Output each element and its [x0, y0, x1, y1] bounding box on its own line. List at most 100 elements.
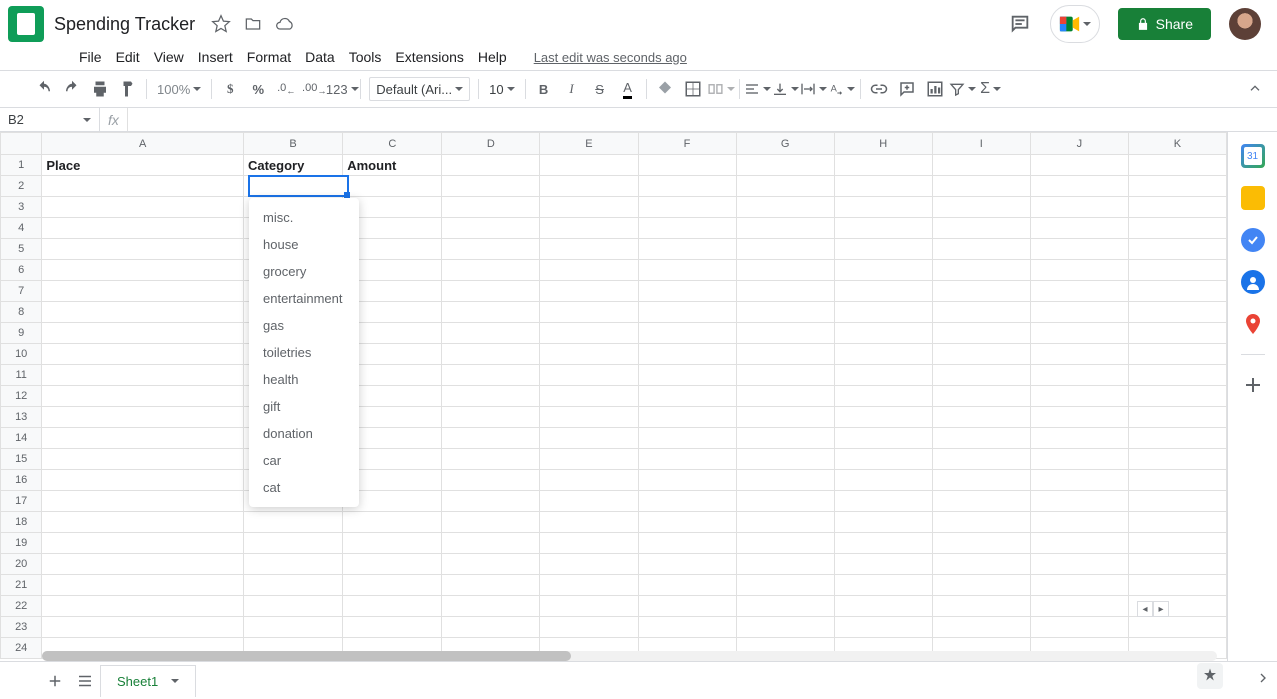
- cell[interactable]: [42, 239, 244, 260]
- column-header[interactable]: G: [736, 133, 834, 155]
- cell[interactable]: [736, 197, 834, 218]
- cell[interactable]: [1030, 407, 1128, 428]
- menu-edit[interactable]: Edit: [109, 45, 147, 69]
- cell[interactable]: [638, 323, 736, 344]
- calendar-addon-icon[interactable]: 31: [1241, 144, 1265, 168]
- keep-addon-icon[interactable]: [1241, 186, 1265, 210]
- dropdown-option[interactable]: toiletries: [249, 339, 359, 366]
- row-header[interactable]: 7: [1, 281, 42, 302]
- contacts-addon-icon[interactable]: [1241, 270, 1265, 294]
- cell[interactable]: [540, 512, 638, 533]
- cell[interactable]: [1128, 302, 1226, 323]
- menu-help[interactable]: Help: [471, 45, 514, 69]
- cell[interactable]: [442, 470, 540, 491]
- cell[interactable]: [1128, 575, 1226, 596]
- insert-comment-button[interactable]: [893, 75, 921, 103]
- row-header[interactable]: 18: [1, 512, 42, 533]
- cell[interactable]: [834, 281, 932, 302]
- column-header[interactable]: I: [932, 133, 1030, 155]
- cell[interactable]: [442, 554, 540, 575]
- cell[interactable]: [638, 533, 736, 554]
- text-rotation-button[interactable]: A: [828, 75, 856, 103]
- cell[interactable]: [1030, 365, 1128, 386]
- dropdown-option[interactable]: entertainment: [249, 285, 359, 312]
- cell[interactable]: [638, 491, 736, 512]
- cell[interactable]: [736, 617, 834, 638]
- cell[interactable]: [42, 491, 244, 512]
- cell[interactable]: [42, 428, 244, 449]
- cell[interactable]: [540, 176, 638, 197]
- cell[interactable]: [42, 344, 244, 365]
- cell[interactable]: [540, 197, 638, 218]
- cell[interactable]: [1128, 260, 1226, 281]
- cell[interactable]: [1128, 617, 1226, 638]
- cell[interactable]: [638, 176, 736, 197]
- account-avatar[interactable]: [1229, 8, 1261, 40]
- cell[interactable]: [1030, 344, 1128, 365]
- cell[interactable]: [638, 218, 736, 239]
- get-addons-button[interactable]: [1241, 373, 1265, 397]
- cell[interactable]: [540, 365, 638, 386]
- vertical-align-button[interactable]: [772, 75, 800, 103]
- cell[interactable]: [638, 470, 736, 491]
- cell[interactable]: [442, 239, 540, 260]
- cell[interactable]: [1128, 176, 1226, 197]
- cell[interactable]: [243, 575, 342, 596]
- cell[interactable]: [736, 239, 834, 260]
- menu-extensions[interactable]: Extensions: [388, 45, 470, 69]
- cell[interactable]: [1128, 554, 1226, 575]
- row-header[interactable]: 2: [1, 176, 42, 197]
- cell[interactable]: [1030, 155, 1128, 176]
- cell[interactable]: [736, 491, 834, 512]
- cell[interactable]: [834, 533, 932, 554]
- row-header[interactable]: 11: [1, 365, 42, 386]
- cell[interactable]: [42, 260, 244, 281]
- cell[interactable]: [343, 533, 442, 554]
- cell[interactable]: [540, 491, 638, 512]
- cell[interactable]: [442, 533, 540, 554]
- cell[interactable]: Amount: [343, 155, 442, 176]
- cell[interactable]: [932, 596, 1030, 617]
- cell[interactable]: [736, 302, 834, 323]
- sheet-tab-menu-icon[interactable]: [168, 679, 179, 683]
- cell[interactable]: [834, 239, 932, 260]
- cell[interactable]: [540, 407, 638, 428]
- cell[interactable]: [442, 512, 540, 533]
- cell[interactable]: [638, 428, 736, 449]
- cell[interactable]: [932, 407, 1030, 428]
- document-title[interactable]: Spending Tracker: [54, 14, 195, 35]
- menu-data[interactable]: Data: [298, 45, 342, 69]
- cell[interactable]: [442, 302, 540, 323]
- cell[interactable]: [1030, 575, 1128, 596]
- row-header[interactable]: 1: [1, 155, 42, 176]
- all-sheets-button[interactable]: [70, 666, 100, 696]
- cell[interactable]: [540, 155, 638, 176]
- cell[interactable]: [736, 323, 834, 344]
- cell[interactable]: [243, 617, 342, 638]
- cell[interactable]: [343, 512, 442, 533]
- cell[interactable]: [540, 554, 638, 575]
- cell[interactable]: [638, 617, 736, 638]
- cell[interactable]: [540, 323, 638, 344]
- cell[interactable]: [540, 470, 638, 491]
- print-button[interactable]: [86, 75, 114, 103]
- row-header[interactable]: 9: [1, 323, 42, 344]
- row-header[interactable]: 6: [1, 260, 42, 281]
- cell[interactable]: [1128, 281, 1226, 302]
- cell[interactable]: [1030, 449, 1128, 470]
- row-header[interactable]: 17: [1, 491, 42, 512]
- name-box[interactable]: B2: [0, 108, 100, 131]
- cell[interactable]: [42, 533, 244, 554]
- cell[interactable]: [932, 575, 1030, 596]
- cell[interactable]: [1030, 239, 1128, 260]
- cell[interactable]: [834, 575, 932, 596]
- cell[interactable]: [736, 344, 834, 365]
- cell[interactable]: [834, 260, 932, 281]
- dropdown-option[interactable]: donation: [249, 420, 359, 447]
- cell[interactable]: [1128, 470, 1226, 491]
- column-header[interactable]: H: [834, 133, 932, 155]
- undo-button[interactable]: [30, 75, 58, 103]
- cell[interactable]: [932, 428, 1030, 449]
- cell[interactable]: [42, 554, 244, 575]
- cell[interactable]: [343, 617, 442, 638]
